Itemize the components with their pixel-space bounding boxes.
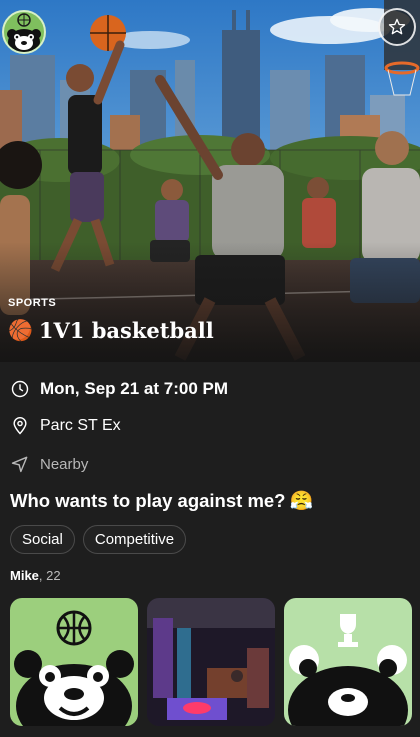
host-info[interactable]: Mike, 22: [10, 568, 61, 583]
host-age: , 22: [38, 568, 61, 583]
host-photo-gallery: [10, 598, 412, 726]
map-pin-icon: [13, 416, 27, 435]
event-location-row[interactable]: Parc ST Ex: [10, 416, 121, 436]
panda-avatar-icon[interactable]: [2, 10, 46, 54]
gallery-photo-panda-basketball[interactable]: [10, 598, 138, 726]
basketball-emoji-icon: 🏀: [8, 320, 33, 342]
event-distance: Nearby: [40, 455, 89, 473]
event-tags: Social Competitive: [10, 525, 187, 554]
event-title-row: 🏀 1V1 basketball: [8, 318, 214, 343]
tag-social[interactable]: Social: [10, 525, 75, 554]
tag-competitive[interactable]: Competitive: [82, 525, 187, 554]
event-distance-row: Nearby: [10, 454, 88, 474]
event-title: 1V1 basketball: [38, 318, 214, 343]
gallery-photo-arcade[interactable]: [147, 598, 275, 726]
star-icon: [388, 18, 406, 35]
angry-face-emoji-icon: 😤: [289, 491, 314, 512]
event-datetime: Mon, Sep 21 at 7:00 PM: [40, 379, 228, 398]
event-question-text: Who wants to play against me?: [10, 490, 286, 511]
event-description: Who wants to play against me? 😤: [10, 489, 313, 513]
favorite-button[interactable]: [378, 8, 416, 46]
event-category-label: SPORTS: [8, 297, 57, 309]
clock-icon: [11, 380, 29, 398]
event-hero-image: [0, 0, 420, 362]
gallery-photo-panda-trophy[interactable]: [284, 598, 412, 726]
event-location: Parc ST Ex: [40, 417, 121, 434]
navigation-arrow-icon: [11, 456, 28, 473]
host-name: Mike: [10, 568, 39, 583]
event-datetime-row: Mon, Sep 21 at 7:00 PM: [10, 379, 228, 399]
